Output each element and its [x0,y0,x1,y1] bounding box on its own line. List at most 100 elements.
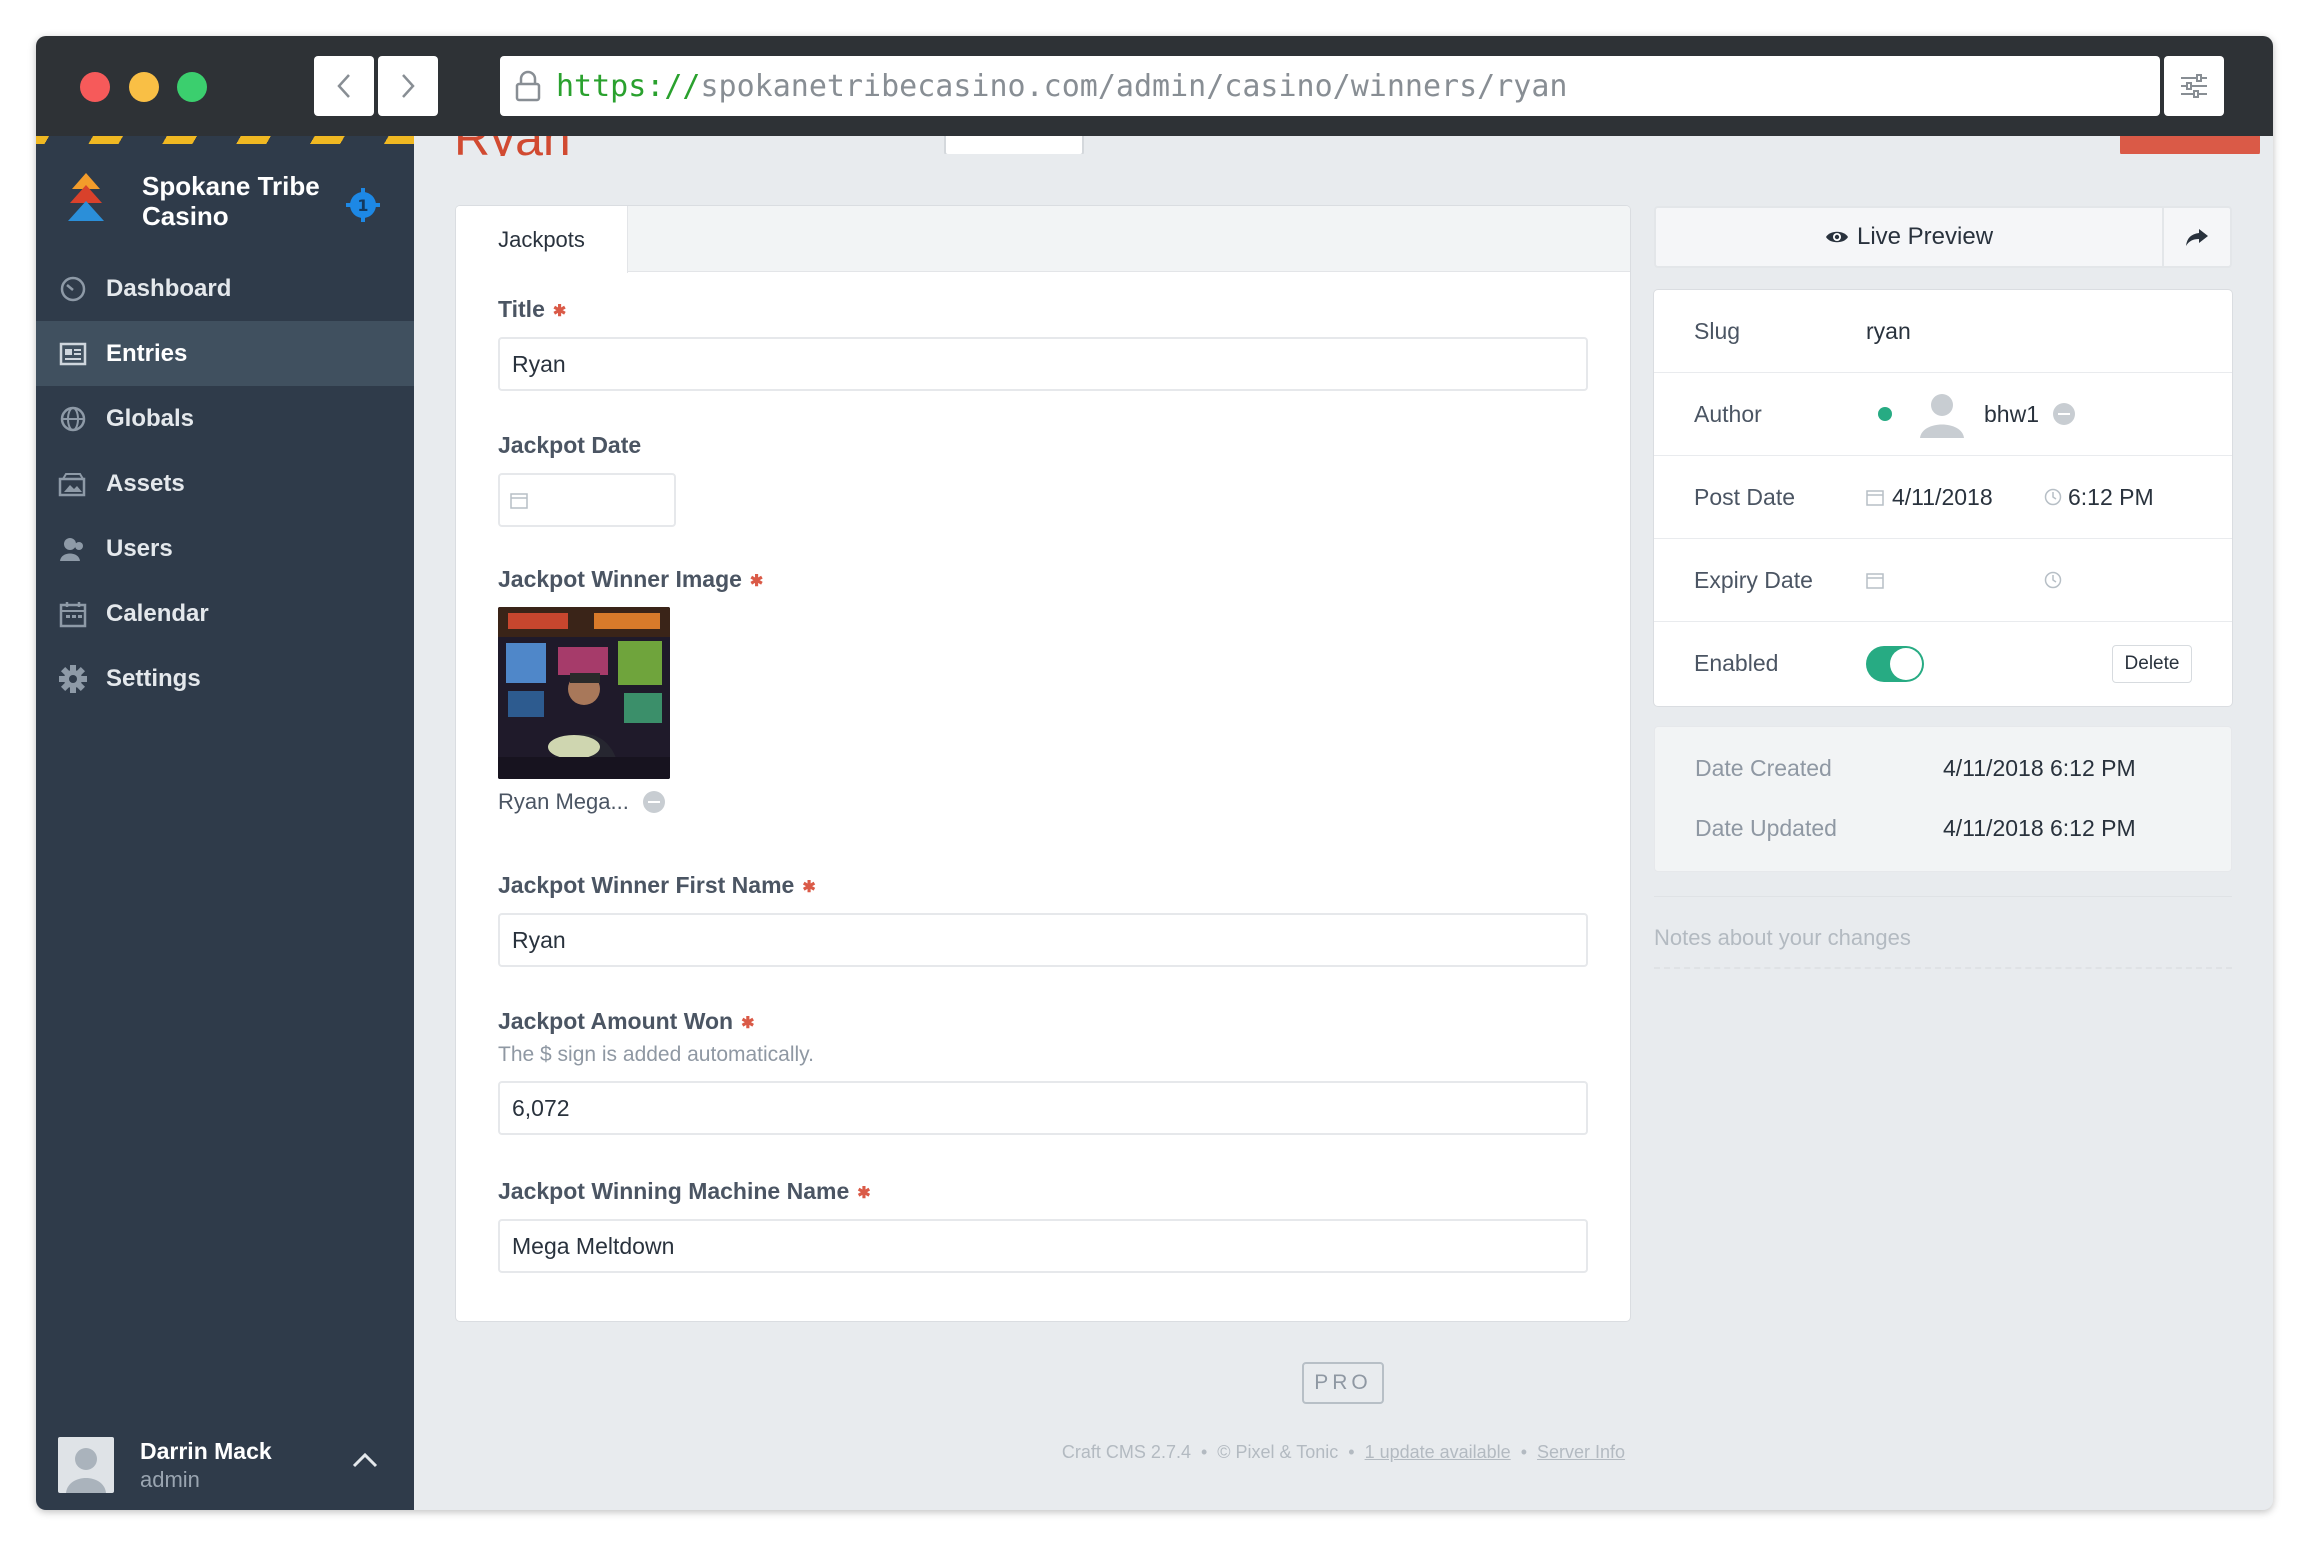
close-window-button[interactable] [80,72,110,102]
hazard-stripe [36,136,414,144]
post-date-row: Post Date 4/11/2018 6:12 PM [1654,456,2232,539]
sidebar-item-label: Dashboard [106,274,232,302]
post-time-value: 6:12 PM [2068,483,2154,510]
sliders-icon [2181,74,2207,98]
author-row: Author bhw1 [1654,373,2232,456]
page-header [414,136,2273,154]
delete-button[interactable]: Delete [2112,644,2192,683]
preview-bar: Live Preview [1654,206,2232,268]
post-date-input[interactable]: 4/11/2018 [1866,484,1993,511]
title-label: Title [498,296,545,322]
clock-icon [2044,488,2062,506]
calendar-icon [1866,490,1884,506]
required-icon: ✱ [749,572,764,590]
expiry-time-input[interactable] [2044,571,2062,589]
title-input[interactable]: Ryan [498,337,1588,391]
post-date-value: 4/11/2018 [1892,483,1993,510]
machine-field: Jackpot Winning Machine Name ✱ Mega Meltd… [498,1178,1588,1273]
forward-button[interactable] [378,56,438,116]
date-updated-label: Date Updated [1695,815,1837,841]
calendar-icon [1866,573,1884,589]
calendar-icon [58,599,88,629]
remove-image-icon[interactable] [642,791,665,813]
sidebar-nav: Dashboard Entries Globals Assets Users C… [36,256,414,711]
update-link[interactable]: 1 update available [1365,1442,1511,1462]
tab-bar: Jackpots [456,206,1630,273]
post-time-input[interactable]: 6:12 PM [2044,484,2154,511]
jackpot-date-input[interactable] [498,473,676,527]
slug-value[interactable]: ryan [1866,318,1911,345]
clock-icon [2044,571,2062,589]
sidebar-item-settings[interactable]: Settings [36,646,414,711]
amount-label: Jackpot Amount Won [498,1008,734,1034]
date-created-value: 4/11/2018 6:12 PM [1943,755,2136,781]
revision-notes-input[interactable]: Notes about your changes [1654,896,2232,969]
enabled-label: Enabled [1694,650,1779,676]
entry-meta: Slug ryan Author bhw1 Post Date 4/11/201… [1654,290,2232,706]
sidebar-item-dashboard[interactable]: Dashboard [36,256,414,321]
title-field: Title ✱ Ryan [498,296,1588,391]
required-icon: ✱ [857,1184,871,1202]
avatar [58,1437,114,1493]
entries-icon [58,339,88,369]
user-menu[interactable]: Darrin Mack admin [36,1420,414,1510]
winner-image-field: Jackpot Winner Image ✱ Ryan Mega... [498,566,763,815]
back-button[interactable] [314,56,374,116]
share-button[interactable] [2164,208,2230,266]
server-info-link[interactable]: Server Info [1537,1442,1625,1462]
gear-icon [58,664,88,694]
page-title: Ryan [454,136,571,156]
enabled-row: Enabled Delete [1654,622,2232,705]
post-date-label: Post Date [1694,483,1795,510]
url-scheme: https:// [556,68,701,104]
first-name-input[interactable]: Ryan [498,913,1588,967]
sidebar-item-entries[interactable]: Entries [36,321,414,386]
live-preview-button[interactable]: Live Preview [1656,208,2164,266]
machine-input[interactable]: Mega Meltdown [498,1219,1588,1273]
sidebar-item-calendar[interactable]: Calendar [36,581,414,646]
machine-label: Jackpot Winning Machine Name [498,1178,850,1204]
online-status-icon [1878,407,1892,421]
users-icon [58,534,88,564]
expiry-date-row: Expiry Date [1654,539,2232,622]
minimize-window-button[interactable] [129,72,159,102]
jackpot-date-field: Jackpot Date [498,432,676,527]
expiry-date-input[interactable] [1866,571,1884,589]
browser-menu-button[interactable] [2164,56,2224,116]
address-bar[interactable]: https://spokanetribecasino.com/admin/cas… [500,56,2160,116]
winner-image-caption: Ryan Mega... [498,789,629,814]
eye-icon [1825,231,1848,243]
author-picker[interactable]: bhw1 [1878,390,2075,438]
user-avatar-icon [1920,394,1964,438]
calendar-icon [510,493,528,509]
edition-badge[interactable]: PRO [1302,1362,1384,1404]
site-logo-icon [68,173,104,221]
browser-window: https://spokanetribecasino.com/admin/cas… [36,36,2273,1510]
assets-icon [58,469,88,499]
company-credit: © Pixel & Tonic [1217,1442,1339,1462]
required-icon: ✱ [741,1014,755,1032]
sidebar-item-globals[interactable]: Globals [36,386,414,451]
amount-input[interactable]: 6,072 [498,1081,1588,1135]
sidebar-item-users[interactable]: Users [36,516,414,581]
winner-image-thumbnail[interactable] [498,607,670,779]
revision-notes-placeholder: Notes about your changes [1654,925,1911,950]
sidebar-item-label: Assets [106,469,185,497]
sidebar-item-assets[interactable]: Assets [36,451,414,516]
globe-icon [58,404,88,434]
date-updated-value: 4/11/2018 6:12 PM [1943,815,2136,841]
save-button[interactable] [2120,136,2260,154]
share-icon [2186,229,2208,246]
date-created-label: Date Created [1695,755,1832,781]
notes-underline [1654,967,2232,969]
cms-version: Craft CMS 2.7.4 [1061,1442,1191,1462]
chevron-left-icon [337,74,350,98]
tab-jackpots[interactable]: Jackpots [456,206,628,273]
lock-icon [515,70,541,102]
update-badge-icon[interactable]: 1 [346,188,380,222]
remove-author-icon[interactable] [2052,403,2075,425]
maximize-window-button[interactable] [177,72,207,102]
enabled-toggle[interactable] [1866,645,1924,682]
site-select-button[interactable] [944,136,1084,154]
user-role: admin [140,1466,200,1492]
